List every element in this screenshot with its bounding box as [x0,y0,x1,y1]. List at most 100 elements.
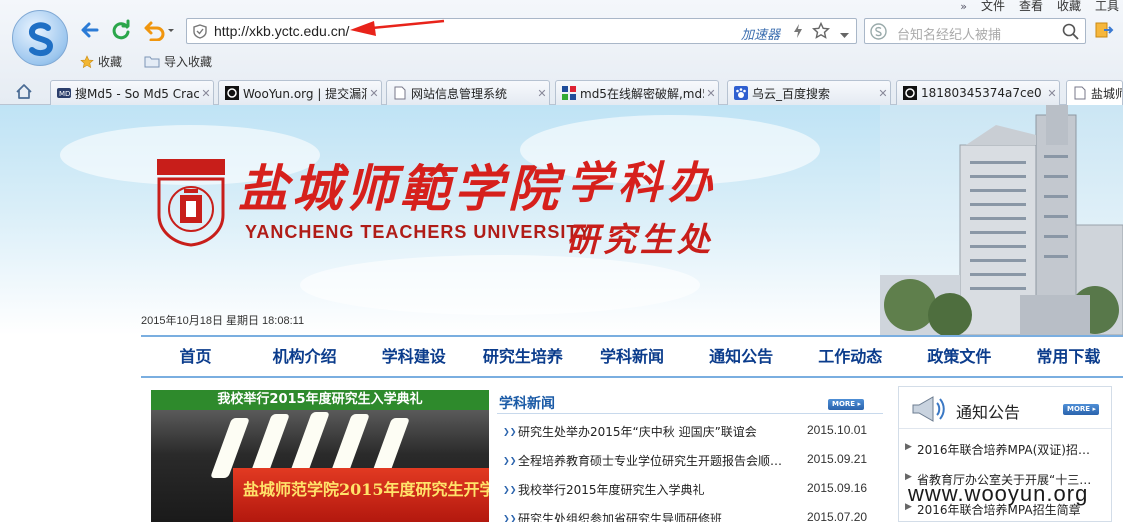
photo-caption[interactable]: 我校举行2015年度研究生入学典礼 [151,390,489,410]
triangle-bullet-icon: ▶ [905,442,912,452]
tab-baidu-search[interactable]: 乌云_百度搜索 ✕ [727,80,891,105]
nav-news[interactable]: 学科新闻 [577,337,686,376]
news-item-title[interactable]: 全程培养教育硕士专业学位研究生开题报告会顺利举行 [518,452,786,469]
tab-strip: MD5 搜Md5 - So Md5 Crack ✕ WooYun.org | 提… [0,78,1123,105]
baidu-paw-icon [734,86,748,100]
bookmark-favorites-label: 收藏 [98,55,123,69]
ceremony-photo-image: 盐城师范学院2015年度研究生开学典礼 [151,410,489,522]
web-page: 盐城师範学院 YANCHENG TEACHERS UNIVERSITY 学科办 … [0,105,1123,522]
news-item-title[interactable]: 研究生处举办2015年“庆中秋 迎国庆”联谊会 [518,423,786,440]
nav-discipline[interactable]: 学科建设 [359,337,468,376]
nav-home[interactable]: 首页 [141,337,250,376]
shield-icon [193,24,207,42]
notice-title: 通知公告 [956,403,1021,422]
ceiling-light [290,412,330,472]
tab-hash[interactable]: 18180345374a7ce0 ✕ [896,80,1060,105]
news-header: 学科新闻 MORE ▸ [497,390,883,414]
menu-overflow-icon[interactable]: » [960,0,967,14]
nav-policies[interactable]: 政策文件 [905,337,1014,376]
close-icon[interactable]: ✕ [535,87,549,100]
browser-chrome: » 文件 查看 收藏 工具 http://xkb.yctc.edu.cn/ 加速… [0,0,1123,105]
bookmark-import-label: 导入收藏 [164,55,213,69]
menu-tools[interactable]: 工具 [1095,0,1119,14]
search-input[interactable]: 台知名经纪人被捕 [897,24,1001,43]
news-item-date: 2015.09.21 [807,452,868,466]
nav-work-updates[interactable]: 工作动态 [796,337,905,376]
main-navigation: 首页 机构介绍 学科建设 研究生培养 学科新闻 通知公告 工作动态 政策文件 常… [141,335,1123,378]
close-icon[interactable]: ✕ [1045,87,1059,100]
news-item-title[interactable]: 我校举行2015年度研究生入学典礼 [518,481,786,498]
tab-title: md5在线解密破解,md5 [580,86,704,101]
accelerator-label[interactable]: 加速器 [741,24,780,43]
tab-site-admin[interactable]: 网站信息管理系统 ✕ [386,80,550,105]
news-item[interactable]: ❯❯ 全程培养教育硕士专业学位研究生开题报告会顺利举行 2015.09.21 [497,450,883,470]
bookmarks-bar: 收藏 导入收藏 [80,53,212,70]
university-name-en: YANCHENG TEACHERS UNIVERSITY [245,222,592,242]
news-photo[interactable]: 我校举行2015年度研究生入学典礼 盐城师范学院2015年度研究生开学典礼 [151,390,489,522]
page-icon [1073,86,1087,100]
news-item-date: 2015.09.16 [807,481,868,495]
tab-title: 乌云_百度搜索 [752,86,831,101]
university-name-cn: 盐城师範学院 [238,159,562,218]
menu-view[interactable]: 查看 [1019,0,1043,14]
chevron-down-icon[interactable] [840,28,849,42]
news-item[interactable]: ❯❯ 我校举行2015年度研究生入学典礼 2015.09.16 [497,479,883,499]
university-seal-logo [157,159,225,247]
address-bar[interactable]: http://xkb.yctc.edu.cn/ 加速器 [186,18,857,44]
department-name-line2: 研究生处 [566,220,714,259]
search-box[interactable]: 台知名经纪人被捕 [864,18,1086,44]
department-name-line1: 学科办 [568,158,718,209]
news-item-date: 2015.10.01 [807,423,868,437]
double-arrow-icon: ❯❯ [503,427,517,436]
search-icon[interactable] [1062,23,1079,43]
news-title: 学科新闻 [499,396,555,412]
banner-cloud [300,255,700,315]
undo-icon[interactable] [140,18,178,42]
tab-yctc[interactable]: 盐城师 [1066,80,1123,105]
news-item-date: 2015.07.20 [807,510,868,522]
ceiling-light [250,414,290,474]
nav-about[interactable]: 机构介绍 [250,337,359,376]
double-arrow-icon: ❯❯ [503,514,517,522]
refresh-icon[interactable] [109,18,133,42]
tab-md5-crack[interactable]: MD5 搜Md5 - So Md5 Crack ✕ [50,80,214,105]
page-icon [393,86,407,100]
browser-logo-icon[interactable] [12,10,68,66]
close-icon[interactable]: ✕ [704,87,718,100]
home-icon[interactable] [15,83,33,103]
bookmark-favorites[interactable]: 收藏 [80,53,122,70]
bookmark-import[interactable]: 导入收藏 [144,53,212,70]
md5-favicon-icon: MD5 [57,86,75,100]
tab-wooyun[interactable]: WooYun.org | 提交漏洞 ✕ [218,80,382,105]
nav-graduate-training[interactable]: 研究生培养 [468,337,577,376]
wooyun-favicon-icon [903,86,917,100]
tab-md5-decrypt[interactable]: md5在线解密破解,md5 ✕ [555,80,719,105]
address-url[interactable]: http://xkb.yctc.edu.cn/ [214,23,349,39]
tab-title: 盐城师 [1091,86,1122,101]
nav-notices[interactable]: 通知公告 [687,337,796,376]
news-item[interactable]: ❯❯ 研究生处举办2015年“庆中秋 迎国庆”联谊会 2015.10.01 [497,421,883,441]
tab-title: 网站信息管理系统 [411,86,508,101]
notice-more-button[interactable]: MORE ▸ [1063,404,1099,415]
back-icon[interactable] [78,18,102,42]
close-icon[interactable]: ✕ [199,87,213,100]
notice-item-title[interactable]: 2016年联合培养MPA(双证)招生简章 [917,441,1093,458]
notice-item[interactable]: ▶ 2016年联合培养MPA(双证)招生简章 [903,439,1109,459]
news-more-button[interactable]: MORE ▸ [828,399,864,410]
grid-favicon-icon [562,86,576,100]
menu-favorites[interactable]: 收藏 [1057,0,1081,14]
close-icon[interactable]: ✕ [367,87,381,100]
sidebar-toggle-icon[interactable] [1094,20,1114,43]
search-engine-icon[interactable] [870,23,887,43]
ceiling-light [330,414,370,474]
lightning-icon[interactable] [792,23,804,42]
star-filled-icon [80,54,94,68]
star-icon[interactable] [811,21,831,43]
nav-downloads[interactable]: 常用下载 [1014,337,1123,376]
current-datetime: 2015年10月18日 星期日 18:08:11 [141,315,305,327]
menu-file[interactable]: 文件 [981,0,1005,14]
news-item-title[interactable]: 研究生处组织参加省研究生导师研修班 [518,510,786,522]
close-icon[interactable]: ✕ [876,87,890,100]
news-item[interactable]: ❯❯ 研究生处组织参加省研究生导师研修班 2015.07.20 [497,508,883,522]
tab-title: 搜Md5 - So Md5 Crack [75,86,199,101]
